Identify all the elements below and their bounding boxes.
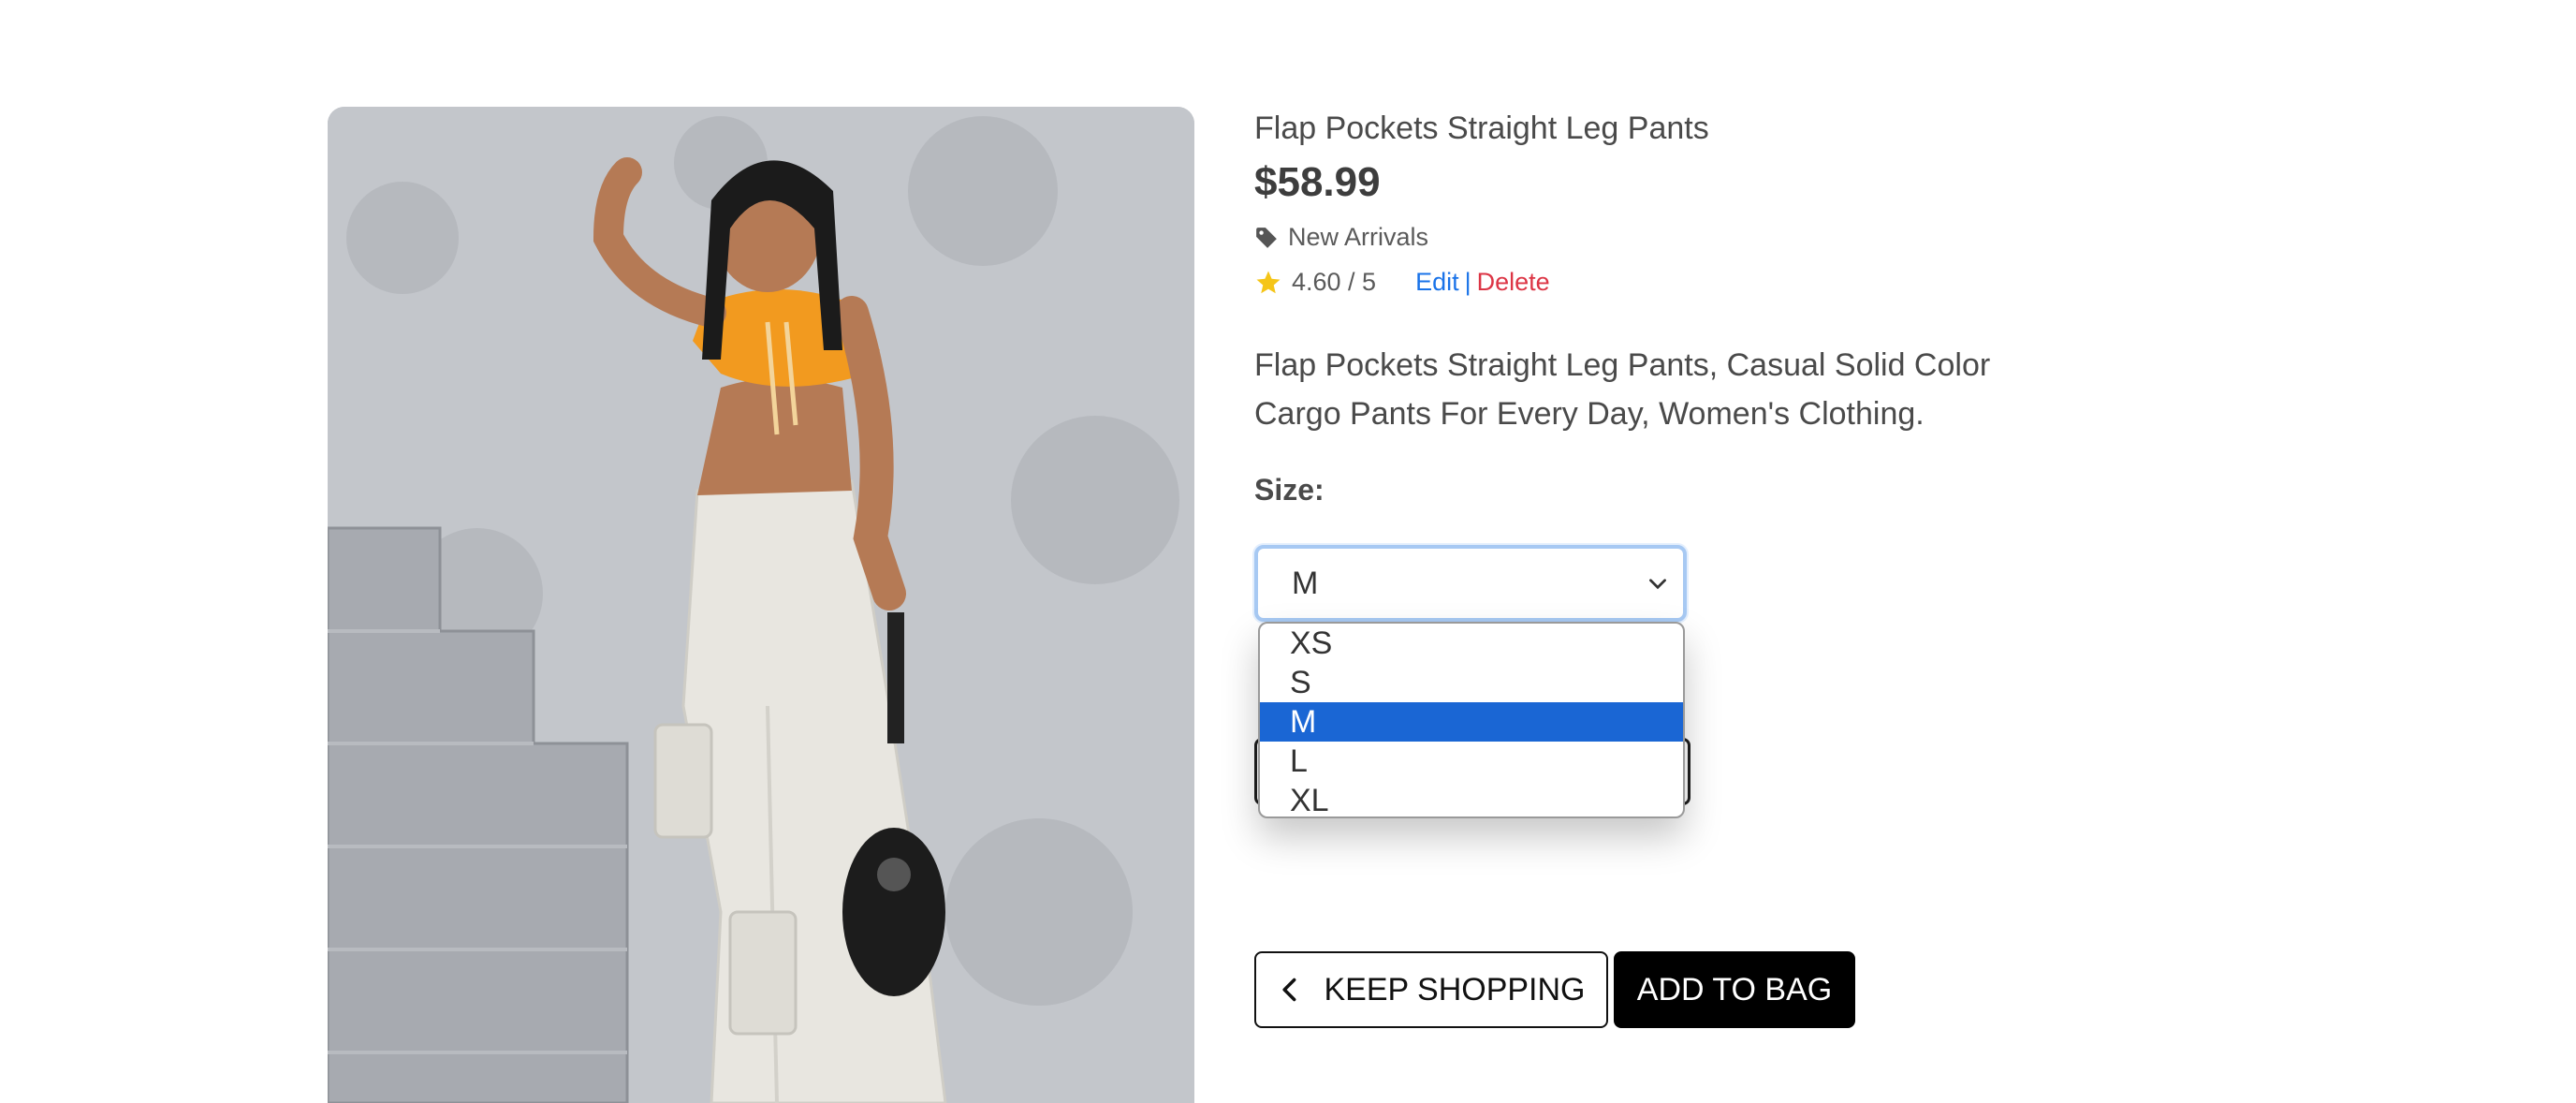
product-category: New Arrivals bbox=[1254, 223, 1428, 252]
chevron-left-icon bbox=[1282, 978, 1296, 1002]
size-select[interactable]: M bbox=[1254, 545, 1687, 622]
product-price: $58.99 bbox=[1254, 159, 1381, 205]
size-option-xl[interactable]: XL bbox=[1260, 781, 1683, 816]
link-separator: | bbox=[1464, 268, 1471, 296]
add-to-bag-button[interactable]: ADD TO BAG bbox=[1614, 951, 1855, 1028]
size-option-l[interactable]: L bbox=[1260, 742, 1683, 781]
size-select-value: M bbox=[1292, 566, 1319, 601]
size-option-xs[interactable]: XS bbox=[1260, 624, 1683, 663]
rating-row: 4.60 / 5 Edit | Delete bbox=[1254, 268, 1550, 297]
category-label: New Arrivals bbox=[1288, 223, 1429, 251]
product-description: Flap Pockets Straight Leg Pants, Casual … bbox=[1254, 347, 1991, 432]
rating-value: 4.60 / 5 bbox=[1292, 268, 1377, 296]
product-photo-illustration bbox=[328, 107, 1194, 1103]
delete-link[interactable]: Delete bbox=[1477, 268, 1550, 297]
chevron-down-icon bbox=[1649, 579, 1666, 590]
size-label: Size: bbox=[1254, 473, 1325, 507]
product-image bbox=[328, 107, 1194, 1103]
keep-shopping-button[interactable]: KEEP SHOPPING bbox=[1254, 951, 1608, 1028]
size-option-m[interactable]: M bbox=[1260, 702, 1683, 742]
keep-shopping-label: KEEP SHOPPING bbox=[1324, 971, 1586, 1007]
tag-icon bbox=[1256, 227, 1277, 248]
edit-link[interactable]: Edit bbox=[1415, 268, 1459, 297]
size-option-s[interactable]: S bbox=[1260, 663, 1683, 702]
star-icon bbox=[1256, 271, 1281, 293]
product-title: Flap Pockets Straight Leg Pants bbox=[1254, 110, 1709, 146]
size-options-list: XS S M L XL bbox=[1258, 622, 1685, 818]
